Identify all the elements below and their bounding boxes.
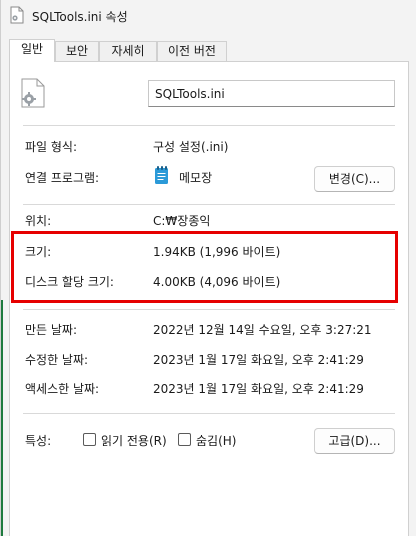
divider (23, 204, 395, 205)
settings-file-icon (10, 6, 24, 24)
divider (23, 413, 395, 414)
divider (23, 125, 395, 126)
attributes-label: 특성: (25, 434, 52, 448)
readonly-label: 읽기 전용(R) (101, 434, 167, 448)
tab-previous-versions[interactable]: 이전 버전 (157, 41, 227, 61)
accessed-label: 액세스한 날짜: (25, 382, 100, 396)
modified-label: 수정한 날짜: (25, 353, 89, 367)
file-name-input[interactable] (148, 80, 395, 107)
notepad-icon (155, 166, 168, 184)
opens-with-label: 연결 프로그램: (25, 171, 100, 185)
background-window-edge (1, 300, 3, 536)
highlight-box (11, 231, 398, 303)
accessed-value: 2023년 1월 17일 화요일, 오후 2:41:29 (153, 382, 364, 396)
location-label: 위치: (25, 214, 52, 228)
properties-window: SQLTools.ini 속성 일반 보안 자세히 이전 버전 파일 형식: 구… (0, 0, 416, 536)
title-bar[interactable]: SQLTools.ini 속성 (1, 0, 416, 32)
file-type-value: 구성 설정(.ini) (153, 140, 229, 154)
modified-value: 2023년 1월 17일 화요일, 오후 2:41:29 (153, 353, 364, 367)
file-type-label: 파일 형식: (25, 140, 78, 154)
tab-details[interactable]: 자세히 (99, 41, 157, 61)
checkbox-box[interactable] (83, 433, 96, 446)
location-value: C:₩장종익 (153, 214, 211, 228)
opens-with-value: 메모장 (179, 171, 213, 185)
created-value: 2022년 12월 14일 수요일, 오후 3:27:21 (153, 323, 372, 337)
change-program-button[interactable]: 변경(C)... (314, 166, 395, 192)
window-title: SQLTools.ini 속성 (32, 10, 128, 24)
created-label: 만든 날짜: (25, 323, 78, 337)
checkbox-box[interactable] (178, 433, 191, 446)
divider (23, 309, 395, 310)
settings-file-icon (21, 78, 45, 108)
hidden-label: 숨김(H) (196, 434, 237, 448)
tab-general[interactable]: 일반 (9, 39, 55, 62)
advanced-button[interactable]: 고급(D)... (314, 428, 395, 454)
tab-security[interactable]: 보안 (55, 41, 99, 61)
